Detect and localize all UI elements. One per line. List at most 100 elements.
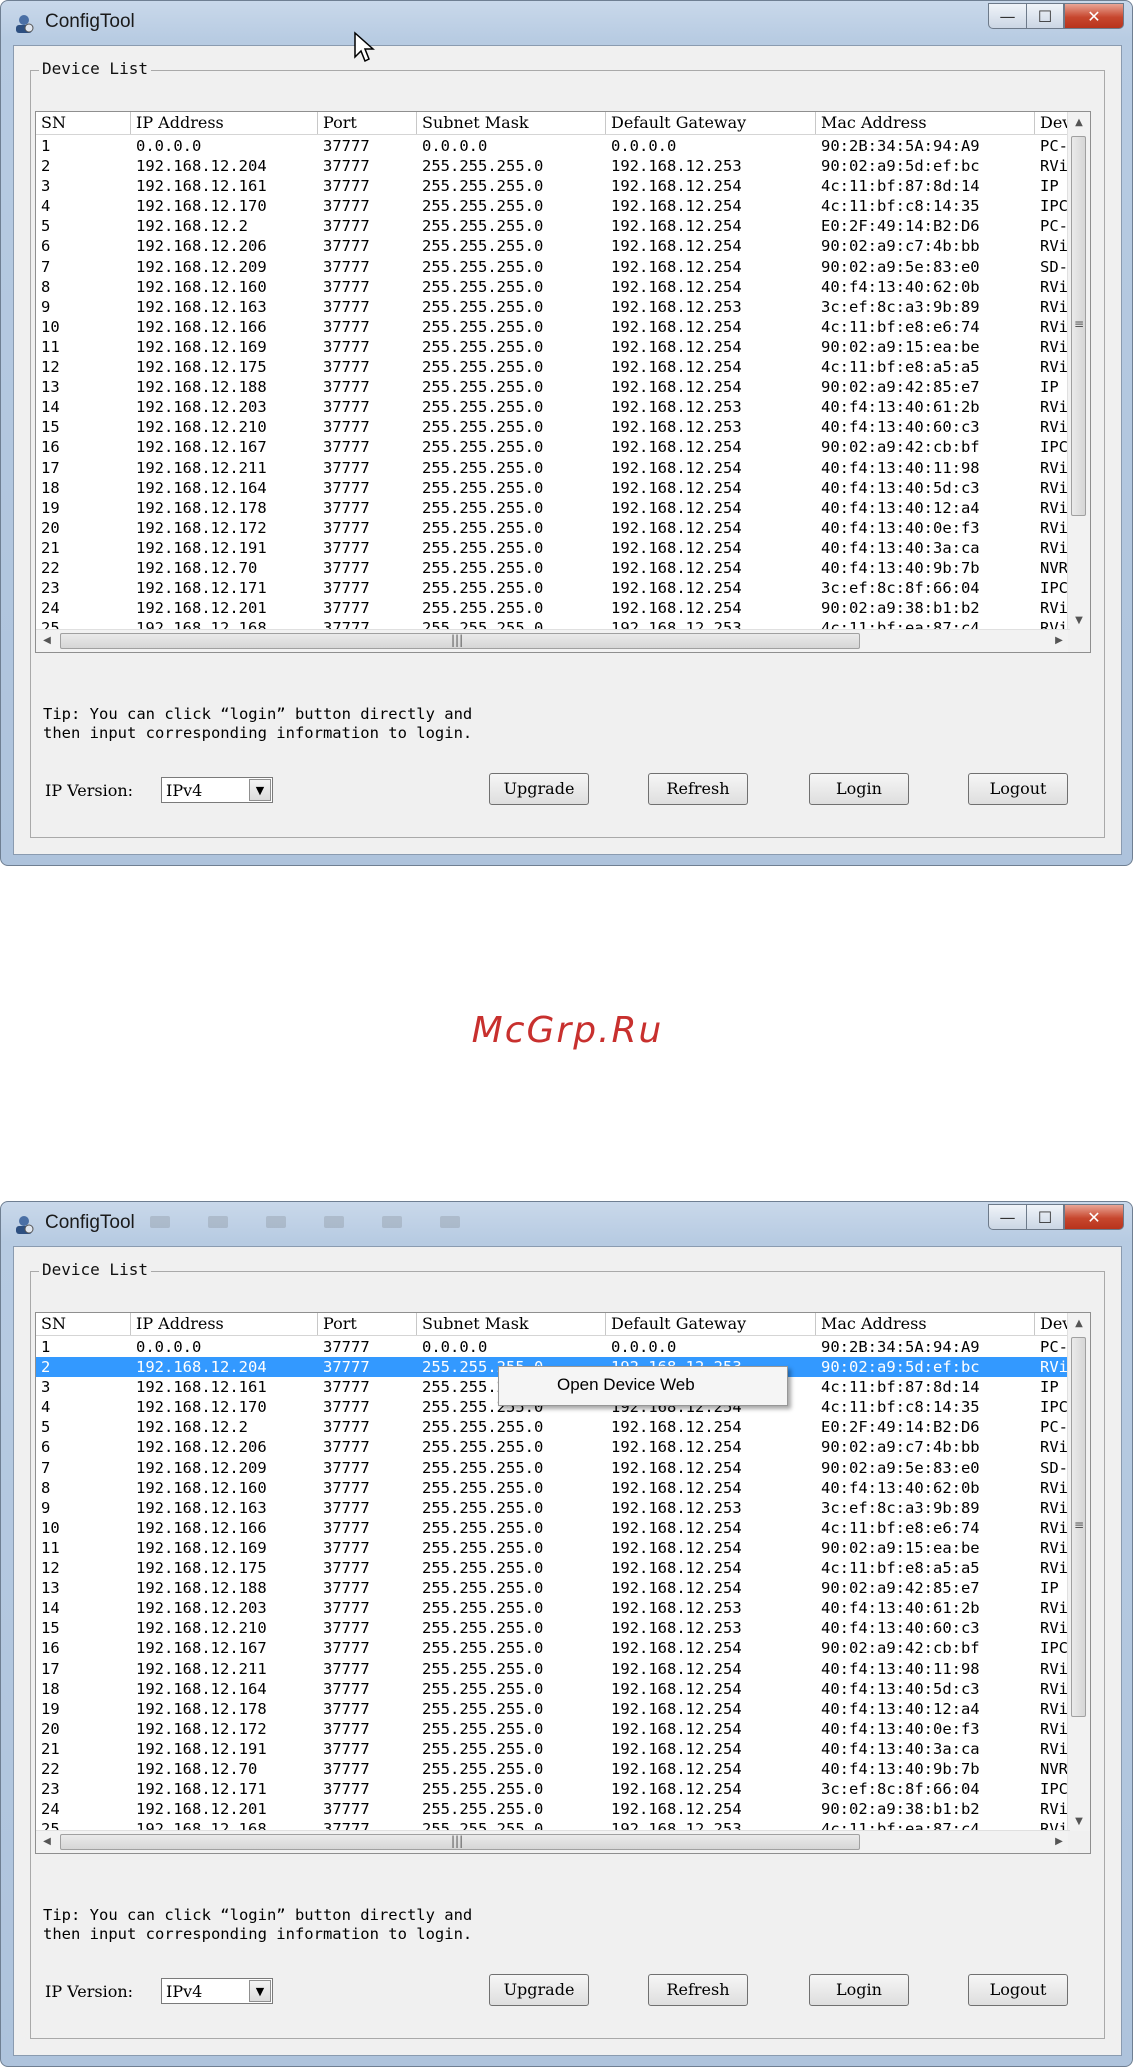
logout-button[interactable]: Logout bbox=[968, 773, 1068, 805]
table-cell: 11 bbox=[41, 337, 60, 356]
table-row[interactable]: 18 192.168.12.164 37777 255.255.255.0 192.16… bbox=[36, 1679, 1070, 1699]
upgrade-button[interactable]: Upgrade bbox=[489, 773, 589, 805]
table-row[interactable]: 6 192.168.12.206 37777 255.255.255.0 192.168… bbox=[36, 236, 1070, 256]
table-row[interactable]: 22 192.168.12.70 37777 255.255.255.0 192.168… bbox=[36, 1759, 1070, 1779]
table-row[interactable]: 12 192.168.12.175 37777 255.255.255.0 192.16… bbox=[36, 357, 1070, 377]
vertical-scrollbar[interactable]: ▲ ≡ ▼ bbox=[1067, 1313, 1090, 1833]
column-header[interactable]: Mac Address bbox=[816, 112, 1035, 134]
scroll-right-icon[interactable]: ▶ bbox=[1048, 630, 1070, 652]
table-row[interactable]: 8 192.168.12.160 37777 255.255.255.0 192.168… bbox=[36, 277, 1070, 297]
column-header[interactable]: Devi bbox=[1035, 112, 1070, 134]
table-row[interactable]: 17 192.168.12.211 37777 255.255.255.0 192.16… bbox=[36, 458, 1070, 478]
maximize-button[interactable]: ☐ bbox=[1026, 1204, 1064, 1230]
column-header[interactable]: Mac Address bbox=[816, 1313, 1035, 1335]
refresh-button[interactable]: Refresh bbox=[648, 1974, 748, 2006]
table-row[interactable]: 9 192.168.12.163 37777 255.255.255.0 192.168… bbox=[36, 297, 1070, 317]
ip-version-select[interactable]: IPv4 ▼ bbox=[161, 777, 273, 803]
column-header[interactable]: Subnet Mask bbox=[417, 112, 606, 134]
login-button[interactable]: Login bbox=[809, 773, 909, 805]
refresh-button[interactable]: Refresh bbox=[648, 773, 748, 805]
dropdown-arrow-icon[interactable]: ▼ bbox=[249, 1980, 271, 2002]
table-row[interactable]: 4 192.168.12.170 37777 255.255.255.0 192.168… bbox=[36, 196, 1070, 216]
device-list[interactable]: SN IP Address Port Subnet Mask Default Gatew… bbox=[35, 111, 1091, 653]
maximize-button[interactable]: ☐ bbox=[1026, 3, 1064, 29]
table-row[interactable]: 11 192.168.12.169 37777 255.255.255.0 192.16… bbox=[36, 337, 1070, 357]
column-header[interactable]: Devi bbox=[1035, 1313, 1070, 1335]
table-row[interactable]: 14 192.168.12.203 37777 255.255.255.0 192.16… bbox=[36, 397, 1070, 417]
table-row[interactable]: 22 192.168.12.70 37777 255.255.255.0 192.168… bbox=[36, 558, 1070, 578]
title-bar[interactable]: ConfigTool — ☐ ✕ bbox=[1, 1, 1132, 45]
table-row[interactable]: 23 192.168.12.171 37777 255.255.255.0 192.16… bbox=[36, 1779, 1070, 1799]
table-row[interactable]: 15 192.168.12.210 37777 255.255.255.0 192.16… bbox=[36, 1618, 1070, 1638]
table-row[interactable]: 1 0.0.0.0 37777 0.0.0.0 0.0.0.0 90:2B:34:5A:9… bbox=[36, 1337, 1070, 1357]
vertical-scroll-thumb[interactable]: ≡ bbox=[1071, 136, 1086, 516]
dropdown-arrow-icon[interactable]: ▼ bbox=[249, 779, 271, 801]
column-header[interactable]: Subnet Mask bbox=[417, 1313, 606, 1335]
table-cell: 37777 bbox=[323, 1559, 370, 1578]
table-row[interactable]: 24 192.168.12.201 37777 255.255.255.0 192.16… bbox=[36, 598, 1070, 618]
table-row[interactable]: 5 192.168.12.2 37777 255.255.255.0 192.168.1… bbox=[36, 1417, 1070, 1437]
table-row[interactable]: 24 192.168.12.201 37777 255.255.255.0 192.16… bbox=[36, 1799, 1070, 1819]
scroll-down-icon[interactable]: ▼ bbox=[1068, 610, 1090, 632]
horizontal-scrollbar[interactable]: ◀ ||| ▶ bbox=[36, 1830, 1070, 1853]
list-rows[interactable]: 1 0.0.0.0 37777 0.0.0.0 0.0.0.0 90:2B:34:5A:9… bbox=[36, 136, 1070, 632]
table-row[interactable]: 13 192.168.12.188 37777 255.255.255.0 192.16… bbox=[36, 1578, 1070, 1598]
table-row[interactable]: 16 192.168.12.167 37777 255.255.255.0 192.16… bbox=[36, 437, 1070, 457]
column-header[interactable]: Default Gateway bbox=[606, 112, 816, 134]
column-header[interactable]: Port bbox=[318, 1313, 417, 1335]
table-row[interactable]: 3 192.168.12.161 37777 255.255.255.0 192.168… bbox=[36, 176, 1070, 196]
table-row[interactable]: 2 192.168.12.204 37777 255.255.255.0 192.168… bbox=[36, 156, 1070, 176]
scroll-down-icon[interactable]: ▼ bbox=[1068, 1811, 1090, 1833]
table-row[interactable]: 14 192.168.12.203 37777 255.255.255.0 192.16… bbox=[36, 1598, 1070, 1618]
horizontal-scrollbar[interactable]: ◀ ||| ▶ bbox=[36, 629, 1070, 652]
column-header[interactable]: IP Address bbox=[131, 112, 318, 134]
table-row[interactable]: 6 192.168.12.206 37777 255.255.255.0 192.168… bbox=[36, 1437, 1070, 1457]
column-header[interactable]: SN bbox=[36, 112, 131, 134]
close-button[interactable]: ✕ bbox=[1064, 1204, 1124, 1230]
column-header[interactable]: IP Address bbox=[131, 1313, 318, 1335]
scroll-up-icon[interactable]: ▲ bbox=[1068, 112, 1090, 134]
logout-button[interactable]: Logout bbox=[968, 1974, 1068, 2006]
column-header[interactable]: Default Gateway bbox=[606, 1313, 816, 1335]
minimize-button[interactable]: — bbox=[988, 1204, 1026, 1230]
table-row[interactable]: 15 192.168.12.210 37777 255.255.255.0 192.16… bbox=[36, 417, 1070, 437]
scroll-left-icon[interactable]: ◀ bbox=[36, 630, 58, 652]
table-row[interactable]: 10 192.168.12.166 37777 255.255.255.0 192.16… bbox=[36, 317, 1070, 337]
table-row[interactable]: 16 192.168.12.167 37777 255.255.255.0 192.16… bbox=[36, 1638, 1070, 1658]
table-row[interactable]: 19 192.168.12.178 37777 255.255.255.0 192.16… bbox=[36, 498, 1070, 518]
table-row[interactable]: 1 0.0.0.0 37777 0.0.0.0 0.0.0.0 90:2B:34:5A:9… bbox=[36, 136, 1070, 156]
table-row[interactable]: 21 192.168.12.191 37777 255.255.255.0 192.16… bbox=[36, 1739, 1070, 1759]
table-row[interactable]: 21 192.168.12.191 37777 255.255.255.0 192.16… bbox=[36, 538, 1070, 558]
table-row[interactable]: 18 192.168.12.164 37777 255.255.255.0 192.16… bbox=[36, 478, 1070, 498]
vertical-scrollbar[interactable]: ▲ ≡ ▼ bbox=[1067, 112, 1090, 632]
minimize-button[interactable]: — bbox=[988, 3, 1026, 29]
vertical-scroll-thumb[interactable]: ≡ bbox=[1071, 1337, 1086, 1717]
table-row[interactable]: 5 192.168.12.2 37777 255.255.255.0 192.168.1… bbox=[36, 216, 1070, 236]
scroll-left-icon[interactable]: ◀ bbox=[36, 1831, 58, 1853]
table-row[interactable]: 12 192.168.12.175 37777 255.255.255.0 192.16… bbox=[36, 1558, 1070, 1578]
table-row[interactable]: 11 192.168.12.169 37777 255.255.255.0 192.16… bbox=[36, 1538, 1070, 1558]
column-header[interactable]: SN bbox=[36, 1313, 131, 1335]
table-row[interactable]: 9 192.168.12.163 37777 255.255.255.0 192.168… bbox=[36, 1498, 1070, 1518]
table-row[interactable]: 23 192.168.12.171 37777 255.255.255.0 192.16… bbox=[36, 578, 1070, 598]
horizontal-scroll-thumb[interactable]: ||| bbox=[60, 1834, 860, 1850]
table-row[interactable]: 10 192.168.12.166 37777 255.255.255.0 192.16… bbox=[36, 1518, 1070, 1538]
scroll-right-icon[interactable]: ▶ bbox=[1048, 1831, 1070, 1853]
table-row[interactable]: 20 192.168.12.172 37777 255.255.255.0 192.16… bbox=[36, 1719, 1070, 1739]
horizontal-scroll-thumb[interactable]: ||| bbox=[60, 633, 860, 649]
table-row[interactable]: 7 192.168.12.209 37777 255.255.255.0 192.168… bbox=[36, 257, 1070, 277]
table-row[interactable]: 8 192.168.12.160 37777 255.255.255.0 192.168… bbox=[36, 1478, 1070, 1498]
list-rows[interactable]: 1 0.0.0.0 37777 0.0.0.0 0.0.0.0 90:2B:34:5A:9… bbox=[36, 1337, 1070, 1833]
table-row[interactable]: 7 192.168.12.209 37777 255.255.255.0 192.168… bbox=[36, 1458, 1070, 1478]
table-row[interactable]: 17 192.168.12.211 37777 255.255.255.0 192.16… bbox=[36, 1659, 1070, 1679]
close-button[interactable]: ✕ bbox=[1064, 3, 1124, 29]
table-row[interactable]: 20 192.168.12.172 37777 255.255.255.0 192.16… bbox=[36, 518, 1070, 538]
ip-version-select[interactable]: IPv4 ▼ bbox=[161, 1978, 273, 2004]
open-device-web-menu-item[interactable]: Open Device Web bbox=[557, 1375, 695, 1395]
table-row[interactable]: 13 192.168.12.188 37777 255.255.255.0 192.16… bbox=[36, 377, 1070, 397]
table-row[interactable]: 19 192.168.12.178 37777 255.255.255.0 192.16… bbox=[36, 1699, 1070, 1719]
upgrade-button[interactable]: Upgrade bbox=[489, 1974, 589, 2006]
login-button[interactable]: Login bbox=[809, 1974, 909, 2006]
column-header[interactable]: Port bbox=[318, 112, 417, 134]
scroll-up-icon[interactable]: ▲ bbox=[1068, 1313, 1090, 1335]
